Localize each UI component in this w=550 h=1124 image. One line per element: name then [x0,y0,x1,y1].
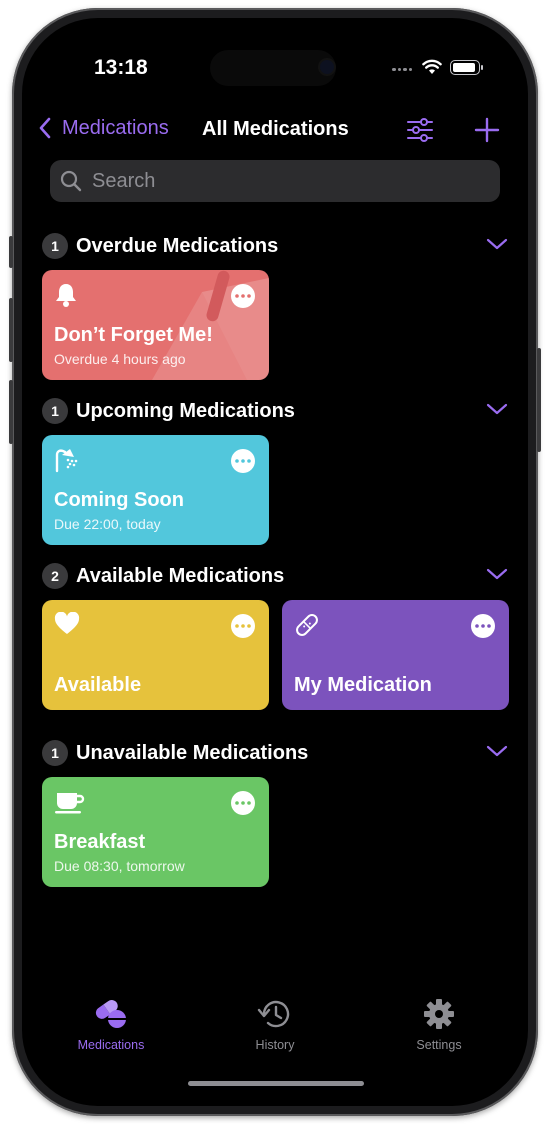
volume-up-button [9,298,13,362]
more-options-button[interactable] [231,791,255,815]
add-medication-button[interactable] [474,117,500,148]
volume-down-button [9,380,13,444]
cup-icon [55,793,85,814]
sliders-icon [407,118,433,142]
tab-medications[interactable]: Medications [56,998,166,1052]
card-subtitle: Overdue 4 hours ago [54,351,186,367]
cellular-signal-icon [392,58,414,76]
tab-label: History [255,1038,295,1052]
shower-icon [55,449,78,473]
action-button [9,236,13,268]
screen: 13:18 Medications All Medications Search… [22,18,528,1106]
power-button [537,348,541,452]
card-title: Coming Soon [54,489,184,511]
back-button[interactable]: Medications [38,116,169,140]
search-input[interactable] [90,168,474,194]
tab-history[interactable]: History [220,998,330,1052]
chevron-left-icon [39,117,51,139]
section-count-badge: 2 [42,563,68,589]
history-icon [257,1000,290,1028]
battery-icon [450,59,483,75]
wifi-icon [422,59,442,74]
medication-card-my-medication[interactable]: My Medication [282,600,509,710]
status-icons [392,58,483,76]
more-options-button[interactable] [471,614,495,638]
card-subtitle: Due 22:00, today [54,516,161,532]
medication-card-coming-soon[interactable]: Coming Soon Due 22:00, today [42,435,269,545]
card-subtitle: Due 08:30, tomorrow [54,858,185,874]
section-header-available: 2 Available Medications [42,561,508,591]
section-title: Available Medications [76,564,285,587]
section-title: Unavailable Medications [76,741,309,764]
ellipsis-icon [235,459,251,463]
more-options-button[interactable] [231,614,255,638]
medication-card-dont-forget-me[interactable]: Don’t Forget Me! Overdue 4 hours ago [42,270,269,380]
back-button-label: Medications [62,116,169,139]
more-options-button[interactable] [231,449,255,473]
page-title: All Medications [202,118,349,140]
search-icon [60,170,82,192]
heart-icon [54,612,80,634]
section-header-overdue: 1 Overdue Medications [42,231,508,261]
section-title: Overdue Medications [76,234,279,257]
chevron-down-icon[interactable] [486,567,508,581]
medication-card-breakfast[interactable]: Breakfast Due 08:30, tomorrow [42,777,269,887]
more-options-button[interactable] [231,284,255,308]
card-title: My Medication [294,674,432,696]
section-title: Upcoming Medications [76,399,295,422]
ellipsis-icon [235,801,251,805]
card-title: Don’t Forget Me! [54,324,213,346]
section-count-badge: 1 [42,233,68,259]
tab-settings[interactable]: Settings [384,998,494,1052]
section-count-badge: 1 [42,398,68,424]
chevron-down-icon[interactable] [486,744,508,758]
navigation-bar: Medications All Medications [22,116,528,146]
card-title: Breakfast [54,831,146,853]
section-header-upcoming: 1 Upcoming Medications [42,396,508,426]
plus-icon [474,117,500,143]
ellipsis-icon [475,624,491,628]
ellipsis-icon [235,294,251,298]
home-indicator[interactable] [188,1081,364,1086]
ellipsis-icon [235,624,251,628]
dynamic-island [210,50,336,86]
filter-button[interactable] [405,116,435,149]
card-title: Available [54,674,142,696]
chevron-down-icon[interactable] [486,237,508,251]
camera-icon [320,60,334,74]
status-time: 13:18 [94,56,148,79]
gear-icon [424,999,454,1029]
search-bar[interactable] [50,160,500,202]
section-header-unavailable: 1 Unavailable Medications [42,738,508,768]
pills-icon [95,999,126,1028]
tab-label: Medications [77,1038,145,1052]
bandage-icon [296,614,318,636]
section-count-badge: 1 [42,740,68,766]
chevron-down-icon[interactable] [486,402,508,416]
medication-card-available[interactable]: Available [42,600,269,710]
bell-icon [56,284,76,307]
tab-label: Settings [416,1038,462,1052]
